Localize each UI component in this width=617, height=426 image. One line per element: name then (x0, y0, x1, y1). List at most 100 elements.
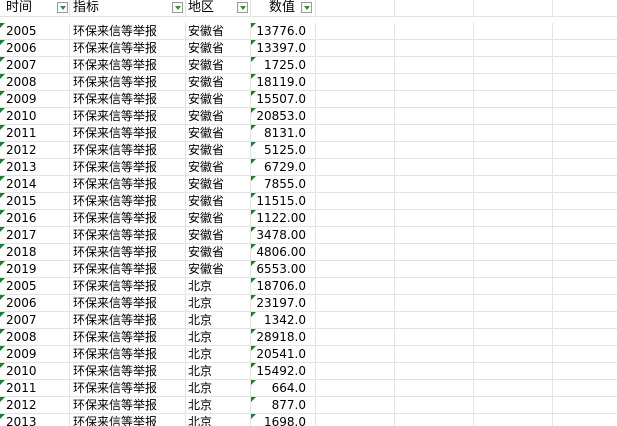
cell[interactable] (474, 23, 553, 39)
cell-region[interactable]: 安徽省 (186, 23, 251, 39)
cell[interactable] (474, 142, 553, 158)
cell-indicator[interactable]: 环保来信等举报 (70, 295, 186, 311)
cell[interactable] (395, 414, 474, 426)
cell-region[interactable]: 安徽省 (186, 176, 251, 192)
cell-region[interactable]: 北京 (186, 295, 251, 311)
cell-region[interactable]: 安徽省 (186, 142, 251, 158)
cell-region[interactable]: 北京 (186, 363, 251, 379)
cell-region[interactable]: 北京 (186, 329, 251, 345)
cell[interactable] (553, 23, 617, 39)
cell[interactable] (316, 57, 395, 73)
cell[interactable] (553, 329, 617, 345)
cell-region[interactable]: 安徽省 (186, 57, 251, 73)
cell-value[interactable]: 20541.0 (251, 346, 316, 362)
cell-value[interactable]: 11515.0 (251, 193, 316, 209)
cell[interactable] (553, 193, 617, 209)
cell-indicator[interactable]: 环保来信等举报 (70, 346, 186, 362)
spreadsheet-grid[interactable]: 时间 指标 地区 数值 2005 环保来信等举报 安徽省 13776.0 2006 环保来… (0, 0, 617, 426)
cell-time[interactable]: 2016 (0, 210, 70, 226)
cell-time[interactable]: 2018 (0, 244, 70, 260)
cell-indicator[interactable]: 环保来信等举报 (70, 176, 186, 192)
cell[interactable] (553, 176, 617, 192)
cell[interactable] (395, 142, 474, 158)
cell-value[interactable]: 6729.0 (251, 159, 316, 175)
cell-time[interactable]: 2014 (0, 176, 70, 192)
cell-indicator[interactable]: 环保来信等举报 (70, 227, 186, 243)
cell[interactable] (395, 346, 474, 362)
cell[interactable] (316, 363, 395, 379)
cell-region[interactable]: 安徽省 (186, 210, 251, 226)
cell-time[interactable]: 2012 (0, 142, 70, 158)
cell-indicator[interactable]: 环保来信等举报 (70, 244, 186, 260)
cell[interactable] (474, 278, 553, 294)
cell[interactable] (553, 380, 617, 396)
filter-dropdown-icon[interactable] (172, 2, 183, 13)
cell[interactable] (474, 210, 553, 226)
cell-value[interactable]: 18706.0 (251, 278, 316, 294)
cell[interactable] (395, 176, 474, 192)
cell-time[interactable]: 2007 (0, 57, 70, 73)
cell-value[interactable]: 877.0 (251, 397, 316, 413)
cell[interactable] (395, 193, 474, 209)
cell[interactable] (316, 278, 395, 294)
cell[interactable] (474, 159, 553, 175)
cell[interactable] (316, 23, 395, 39)
cell[interactable] (395, 108, 474, 124)
cell[interactable] (474, 91, 553, 107)
cell-indicator[interactable]: 环保来信等举报 (70, 142, 186, 158)
cell-time[interactable]: 2008 (0, 74, 70, 90)
cell[interactable] (474, 397, 553, 413)
cell[interactable] (474, 329, 553, 345)
cell[interactable] (316, 210, 395, 226)
cell[interactable] (395, 40, 474, 56)
cell[interactable] (395, 261, 474, 277)
cell[interactable] (395, 227, 474, 243)
cell[interactable] (553, 278, 617, 294)
cell[interactable] (316, 176, 395, 192)
cell[interactable] (553, 142, 617, 158)
cell-value[interactable]: 1725.0 (251, 57, 316, 73)
cell-time[interactable]: 2005 (0, 278, 70, 294)
cell[interactable] (474, 261, 553, 277)
cell-region[interactable]: 安徽省 (186, 74, 251, 90)
cell[interactable] (553, 125, 617, 141)
cell[interactable] (553, 40, 617, 56)
cell-time[interactable]: 2013 (0, 414, 70, 426)
cell[interactable] (553, 312, 617, 328)
cell[interactable] (553, 227, 617, 243)
cell-indicator[interactable]: 环保来信等举报 (70, 74, 186, 90)
cell[interactable] (395, 0, 474, 16)
cell-time[interactable]: 2010 (0, 108, 70, 124)
cell-region[interactable]: 北京 (186, 414, 251, 426)
cell[interactable] (316, 295, 395, 311)
cell-value[interactable]: 5125.0 (251, 142, 316, 158)
cell-value[interactable]: 28918.0 (251, 329, 316, 345)
cell[interactable] (474, 193, 553, 209)
cell-region[interactable]: 安徽省 (186, 193, 251, 209)
cell-value[interactable]: 3478.00 (251, 227, 316, 243)
cell[interactable] (316, 0, 395, 16)
cell[interactable] (474, 312, 553, 328)
cell[interactable] (395, 23, 474, 39)
cell[interactable] (316, 142, 395, 158)
filter-dropdown-icon[interactable] (57, 2, 68, 13)
cell-value[interactable]: 8131.0 (251, 125, 316, 141)
cell[interactable] (474, 380, 553, 396)
filter-dropdown-icon[interactable] (301, 2, 312, 13)
cell[interactable] (316, 312, 395, 328)
cell-value[interactable]: 1698.0 (251, 414, 316, 426)
cell-indicator[interactable]: 环保来信等举报 (70, 363, 186, 379)
cell-time[interactable]: 2011 (0, 380, 70, 396)
cell[interactable] (395, 363, 474, 379)
cell-region[interactable]: 安徽省 (186, 125, 251, 141)
cell[interactable] (474, 346, 553, 362)
cell-value[interactable]: 23197.0 (251, 295, 316, 311)
cell-region[interactable]: 北京 (186, 397, 251, 413)
cell-value[interactable]: 20853.0 (251, 108, 316, 124)
cell[interactable] (395, 210, 474, 226)
cell[interactable] (553, 244, 617, 260)
cell-time[interactable]: 2007 (0, 312, 70, 328)
cell-value[interactable]: 1342.0 (251, 312, 316, 328)
cell[interactable] (553, 346, 617, 362)
cell-indicator[interactable]: 环保来信等举报 (70, 397, 186, 413)
